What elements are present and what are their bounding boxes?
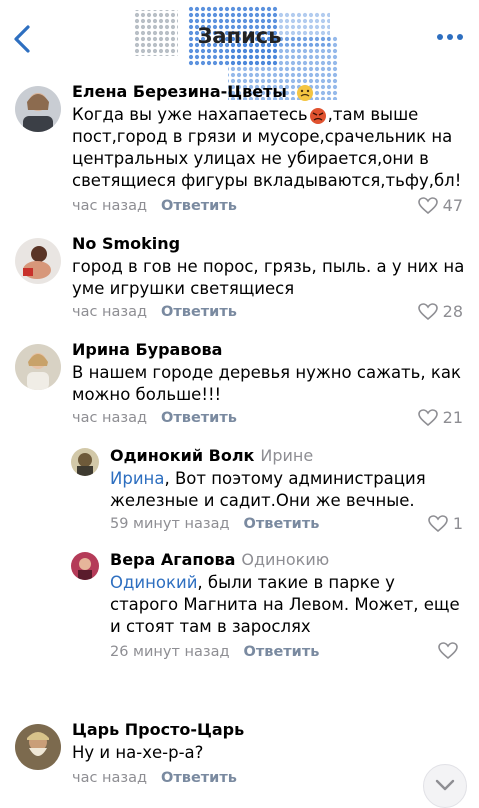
comment-author[interactable]: Вера Агапова Одинокию (110, 550, 329, 569)
like-count: 21 (442, 408, 463, 427)
mention-link[interactable]: Ирина (110, 469, 164, 488)
comment: Царь Просто-Царь Ну и на-хе-р-а? час наз… (0, 718, 479, 800)
heart-outline-icon (417, 196, 438, 214)
avatar[interactable] (15, 238, 61, 284)
avatar[interactable] (15, 86, 61, 132)
avatar[interactable] (15, 724, 61, 770)
timestamp: 26 минут назад (110, 644, 230, 660)
reply-comment: Одинокий Волк Ирине Ирина, Вот поэтому ад… (0, 444, 479, 544)
reply-to-label: Ирине (260, 446, 314, 465)
reply-button[interactable]: Ответить (161, 198, 237, 214)
author-name: Ирина Буравова (72, 340, 223, 359)
comment-meta: час назад Ответить (72, 770, 237, 786)
chevron-down-icon (435, 779, 455, 791)
nauseated-face-emoji (297, 84, 314, 101)
author-name: Елена Березина-Цветы (72, 82, 287, 101)
timestamp: час назад (72, 410, 148, 426)
heart-outline-icon (428, 514, 448, 532)
comment-text: город в гов не порос, грязь, пыль. а у н… (72, 257, 465, 298)
top-bar: Запись (0, 0, 479, 100)
comment: No Smoking город в гов не порос, грязь, … (0, 232, 479, 332)
like-count: 47 (442, 196, 463, 215)
comment-author[interactable]: Царь Просто-Царь (72, 720, 244, 739)
comment-meta: 59 минут назад Ответить (110, 516, 319, 532)
comment-text: Ну и на-хе-р-а? (72, 743, 204, 762)
timestamp: час назад (72, 304, 148, 320)
author-name: Одинокий Волк (110, 446, 255, 465)
timestamp: час назад (72, 198, 148, 214)
avatar[interactable] (71, 552, 99, 580)
mention-link[interactable]: Одинокий (110, 573, 197, 592)
angry-face-emoji (309, 107, 326, 124)
comment-author[interactable]: Ирина Буравова (72, 340, 222, 359)
reply-button[interactable]: Ответить (161, 770, 237, 786)
like-count: 1 (452, 514, 463, 533)
comment-meta: час назад Ответить (72, 410, 237, 426)
author-name: Царь Просто-Царь (72, 720, 245, 739)
reply-to-label: Одинокию (241, 550, 330, 569)
more-horizontal-icon[interactable] (435, 30, 465, 44)
like-button[interactable]: 28 (417, 302, 463, 321)
comment-meta: час назад Ответить (72, 198, 237, 214)
reply-button[interactable]: Ответить (161, 304, 237, 320)
like-button[interactable]: 47 (417, 196, 463, 215)
comment-meta: час назад Ответить (72, 304, 237, 320)
heart-outline-icon (438, 642, 458, 660)
page-title: Запись (197, 24, 282, 48)
comment-text: Ирина, Вот поэтому администрация железны… (110, 469, 426, 510)
comment-meta: 26 минут назад Ответить (110, 644, 319, 660)
comment-text: Когда вы уже нахапаетесь ,там выше пост,г… (72, 105, 462, 190)
comment-text: В нашем городе деревья нужно сажать, как… (72, 363, 461, 404)
comment-text: Одинокий, были такие в парке у старого М… (110, 573, 460, 636)
like-button[interactable] (438, 642, 463, 660)
reply-button[interactable]: Ответить (161, 410, 237, 426)
heart-outline-icon (417, 408, 438, 426)
timestamp: 59 минут назад (110, 516, 230, 532)
avatar[interactable] (15, 344, 61, 390)
reply-button[interactable]: Ответить (244, 516, 320, 532)
heart-outline-icon (417, 302, 438, 320)
author-name: No Smoking (72, 234, 181, 253)
comment-author[interactable]: Одинокий Волк Ирине (110, 446, 313, 465)
like-count: 28 (442, 302, 463, 321)
like-button[interactable]: 1 (428, 514, 463, 533)
comment-author[interactable]: No Smoking (72, 234, 180, 253)
scroll-down-button[interactable] (423, 764, 467, 808)
comment: Елена Березина-Цветы Когда вы уже нахапа… (0, 80, 479, 220)
comment: Ирина Буравова В нашем городе деревья ну… (0, 338, 479, 438)
avatar[interactable] (71, 448, 99, 476)
reply-comment: Вера Агапова Одинокию Одинокий, были таки… (0, 548, 479, 678)
timestamp: час назад (72, 770, 148, 786)
author-name: Вера Агапова (110, 550, 236, 569)
reply-button[interactable]: Ответить (244, 644, 320, 660)
like-button[interactable]: 21 (417, 408, 463, 427)
comment-author[interactable]: Елена Березина-Цветы (72, 82, 314, 102)
